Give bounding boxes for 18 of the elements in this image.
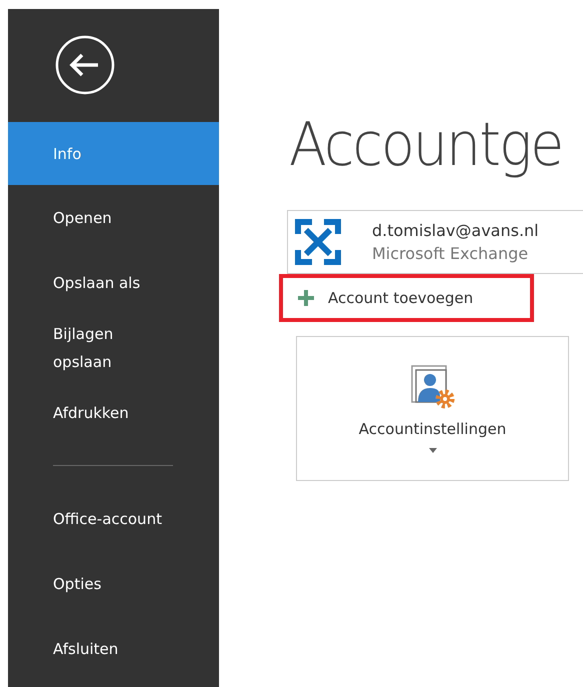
account-type: Microsoft Exchange — [372, 244, 530, 263]
sidebar-item[interactable]: Opslaan als — [8, 250, 219, 315]
plus-icon — [298, 290, 314, 306]
account-email: d.tomislav@avans.nl — [372, 221, 539, 240]
account-settings-icon — [410, 364, 456, 410]
dropdown-caret-icon — [428, 448, 436, 453]
page-title: Accountge — [289, 110, 562, 180]
sidebar-item[interactable]: Opties — [8, 551, 219, 616]
sidebar-item[interactable]: Afsluiten — [8, 616, 219, 681]
exchange-logo-icon — [294, 218, 342, 266]
sidebar-item[interactable]: Office-account — [8, 486, 219, 551]
sidebar-item[interactable]: Bijlagen opslaan — [8, 315, 219, 380]
account-card[interactable]: d.tomislav@avans.nl Microsoft Exchange — [287, 210, 583, 274]
sidebar-item[interactable]: Afdrukken — [8, 380, 219, 445]
back-button[interactable] — [55, 35, 115, 95]
sidebar-item[interactable]: Openen — [8, 185, 219, 250]
account-settings-button[interactable]: Accountinstellingen — [296, 336, 569, 481]
sidebar-item[interactable]: Info — [8, 122, 219, 185]
